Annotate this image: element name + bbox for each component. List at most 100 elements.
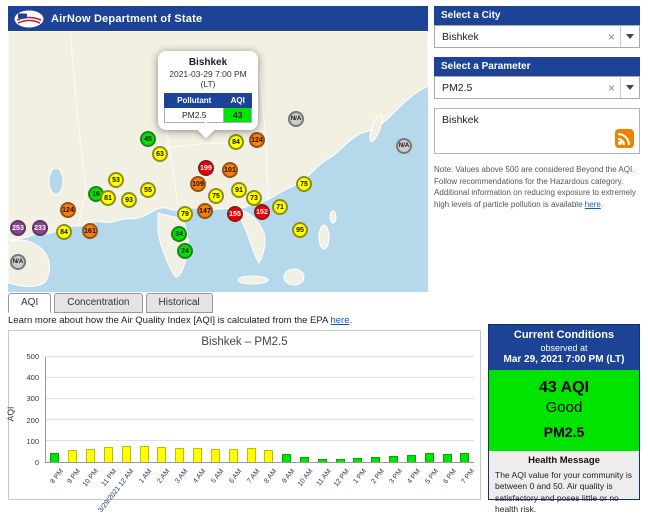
aqi-marker[interactable]: 233 bbox=[32, 220, 48, 236]
chart-bar-slot bbox=[278, 357, 296, 462]
aqi-marker[interactable]: 45 bbox=[140, 131, 156, 147]
aqi-marker[interactable]: N/A bbox=[288, 111, 304, 127]
parameter-select[interactable]: PM2.5 × bbox=[434, 76, 640, 99]
aqi-marker[interactable]: 199 bbox=[198, 160, 214, 176]
aqi-marker[interactable]: 75 bbox=[296, 176, 312, 192]
aqi-marker[interactable]: 95 bbox=[292, 222, 308, 238]
chart-bar bbox=[336, 459, 345, 462]
chart-bar bbox=[282, 454, 291, 462]
chart-bar-slot bbox=[367, 357, 385, 462]
tab-historical[interactable]: Historical bbox=[146, 293, 213, 313]
chart-x-tick-label: 11 AM bbox=[315, 468, 332, 488]
rss-icon[interactable] bbox=[615, 129, 634, 148]
chart-bar-slot bbox=[99, 357, 117, 462]
popup-datetime: 2021-03-29 7:00 PM bbox=[164, 69, 252, 79]
chevron-down-icon bbox=[626, 85, 634, 90]
chart-bar-slot bbox=[189, 357, 207, 462]
aqi-marker[interactable]: 152 bbox=[254, 204, 270, 220]
parameter-select-value: PM2.5 bbox=[435, 82, 603, 94]
chart-bar bbox=[443, 454, 452, 462]
chart-bar-slot bbox=[456, 357, 474, 462]
chart-bar-slot bbox=[313, 357, 331, 462]
tab-concentration[interactable]: Concentration bbox=[54, 293, 142, 313]
aqi-marker[interactable]: 161 bbox=[82, 223, 98, 239]
clear-city-icon[interactable]: × bbox=[603, 30, 620, 44]
chart-x-slot: 4 AM bbox=[188, 465, 206, 499]
chart-bar-slot bbox=[403, 357, 421, 462]
aqi-marker[interactable]: 55 bbox=[140, 182, 156, 198]
chart-bar-slot bbox=[385, 357, 403, 462]
aqi-marker[interactable]: 253 bbox=[10, 220, 26, 236]
aqi-chart-panel: Bishkek – PM2.5 AQI 0100200300400500 8 P… bbox=[8, 330, 481, 500]
parameter-dropdown-arrow[interactable] bbox=[620, 77, 639, 98]
chart-bar bbox=[407, 455, 416, 462]
chart-x-slot: 4 PM bbox=[403, 465, 421, 499]
popup-city: Bishkek bbox=[164, 57, 252, 68]
chart-bar-slot bbox=[82, 357, 100, 462]
note-link[interactable]: here bbox=[585, 200, 601, 209]
chart-y-tick-label: 0 bbox=[35, 458, 39, 468]
chart-y-tick-label: 300 bbox=[26, 394, 39, 404]
chart-x-slot: 2 AM bbox=[152, 465, 170, 499]
clear-parameter-icon[interactable]: × bbox=[603, 81, 620, 95]
aqi-marker[interactable]: 34 bbox=[171, 226, 187, 242]
aqi-marker[interactable]: 79 bbox=[177, 206, 193, 222]
chart-y-tick-label: 500 bbox=[26, 352, 39, 362]
chart-x-slot: 8 AM bbox=[260, 465, 278, 499]
page: AirNow Department of State 456384124N/AN… bbox=[0, 0, 648, 500]
aqi-marker[interactable]: 124 bbox=[249, 132, 265, 148]
chart-bar-slot bbox=[206, 357, 224, 462]
aqi-marker[interactable]: 91 bbox=[231, 182, 247, 198]
city-dropdown-arrow[interactable] bbox=[620, 26, 639, 47]
chart-bar bbox=[318, 459, 327, 462]
aqi-marker[interactable]: 53 bbox=[108, 172, 124, 188]
chart-bar-slot bbox=[46, 357, 64, 462]
health-message-text: The AQI value for your community is betw… bbox=[489, 468, 639, 522]
chart-x-slot: 10 PM bbox=[81, 465, 99, 499]
tab-aqi[interactable]: AQI bbox=[8, 293, 51, 313]
chart-x-slot: 5 AM bbox=[206, 465, 224, 499]
aqi-marker[interactable]: 84 bbox=[228, 134, 244, 150]
aqi-marker[interactable]: 71 bbox=[272, 199, 288, 215]
chart-bar bbox=[68, 450, 77, 462]
chart-x-labels: 8 PM9 PM10 PM11 PM3/29/2021 12 AM1 AM2 A… bbox=[45, 465, 474, 499]
aqi-marker[interactable]: 75 bbox=[208, 188, 224, 204]
chart-bar bbox=[300, 457, 309, 462]
chart-x-slot: 2 PM bbox=[367, 465, 385, 499]
chart-bar-slot bbox=[117, 357, 135, 462]
learn-more-line: Learn more about how the Air Quality Ind… bbox=[8, 315, 352, 326]
popup-aqi-value: 43 bbox=[224, 108, 252, 123]
feed-box: Bishkek bbox=[434, 108, 640, 154]
chart-x-tick-label: 7 PM bbox=[460, 468, 476, 485]
aqi-marker[interactable]: N/A bbox=[10, 254, 26, 270]
aqi-map[interactable]: 456384124N/AN/A1991015316819355109759173… bbox=[8, 31, 428, 292]
chart-bar-slot bbox=[349, 357, 367, 462]
aqi-marker[interactable]: 24 bbox=[177, 243, 193, 259]
chart-y-ticks: 0100200300400500 bbox=[17, 357, 41, 463]
aqi-marker[interactable]: 101 bbox=[222, 162, 238, 178]
aqi-marker[interactable]: 63 bbox=[152, 146, 168, 162]
aqi-marker[interactable]: 81 bbox=[100, 190, 116, 206]
aqi-marker[interactable]: 147 bbox=[197, 203, 213, 219]
chart-bar bbox=[50, 453, 59, 462]
chart-bar-slot bbox=[224, 357, 242, 462]
aqi-marker[interactable]: 124 bbox=[60, 202, 76, 218]
aqi-category-block: 43 AQI Good PM2.5 bbox=[489, 370, 639, 451]
learn-more-link[interactable]: here bbox=[330, 315, 349, 326]
map-popup: Bishkek 2021-03-29 7:00 PM (LT) Pollutan… bbox=[158, 51, 258, 130]
aqi-marker[interactable]: 155 bbox=[227, 206, 243, 222]
select-parameter-header: Select a Parameter bbox=[434, 57, 640, 76]
aqi-marker[interactable]: 84 bbox=[56, 224, 72, 240]
aqi-marker[interactable]: 109 bbox=[190, 176, 206, 192]
current-conditions-header: Current Conditions observed at Mar 29, 2… bbox=[489, 325, 639, 370]
aqi-marker[interactable]: 93 bbox=[121, 192, 137, 208]
chart-bar-slot bbox=[153, 357, 171, 462]
chart-bar bbox=[122, 446, 131, 462]
chart-bar-slot bbox=[420, 357, 438, 462]
aqi-marker[interactable]: N/A bbox=[396, 138, 412, 154]
feed-city-label: Bishkek bbox=[442, 114, 479, 126]
city-select[interactable]: Bishkek × bbox=[434, 25, 640, 48]
chart-bar bbox=[353, 458, 362, 462]
chart-bar-slot bbox=[135, 357, 153, 462]
airnow-flag-logo bbox=[14, 10, 44, 28]
